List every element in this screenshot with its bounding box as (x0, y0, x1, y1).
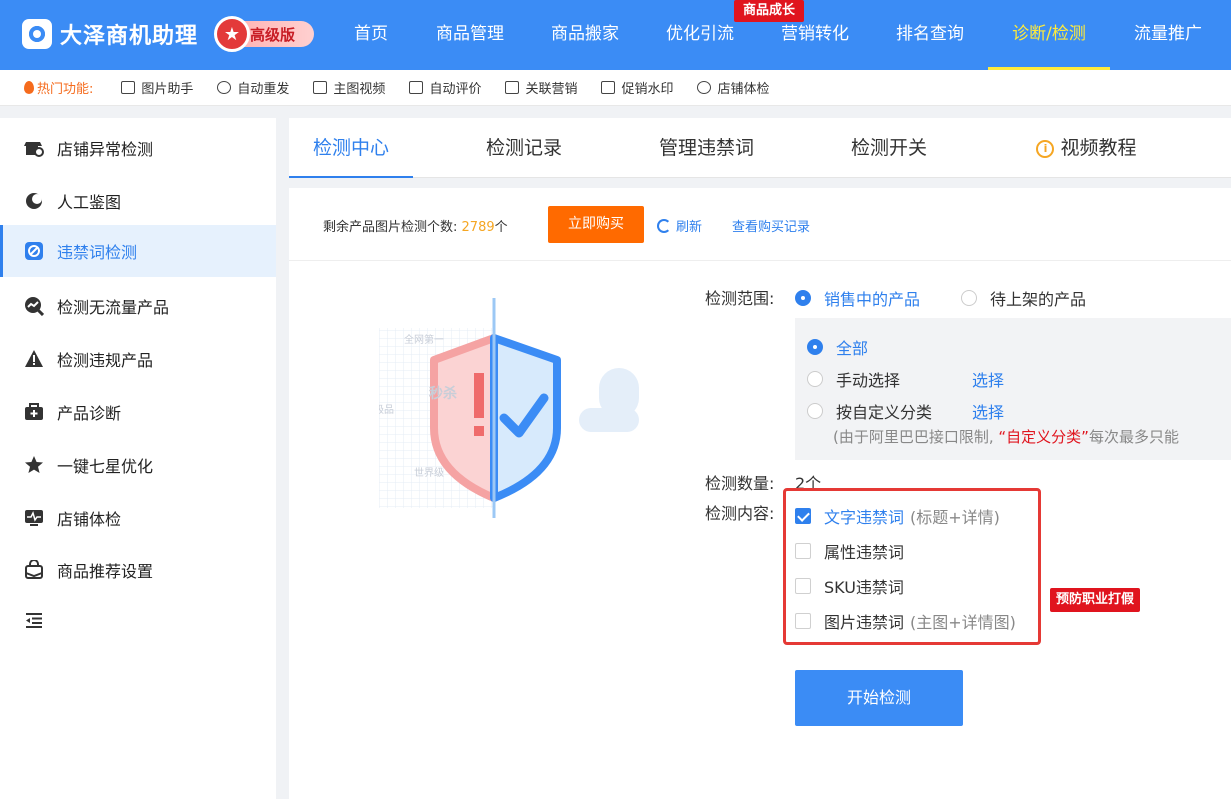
quick-auto-review[interactable]: 自动评价 (409, 78, 481, 97)
scope-label: 检测范围: (705, 289, 775, 308)
tab-video-tutorial[interactable]: i 视频教程 (1014, 118, 1159, 178)
quota-row: 剩余产品图片检测个数: 2789个 立即购买 刷新 查看购买记录 (289, 188, 1231, 261)
quota-text: 剩余产品图片检测个数: 2789个 (323, 220, 508, 235)
sidebar-item-manual-image-review[interactable]: 人工鉴图 (0, 175, 276, 227)
refresh-button[interactable]: 刷新 (657, 216, 702, 235)
sidebar-item-shop-checkup[interactable]: 店铺体检 (0, 492, 276, 544)
illustration-word-2: 秒杀 (429, 385, 457, 402)
nav-diagnosis[interactable]: 诊断/检测 (988, 0, 1110, 70)
hot-features-label: 热门功能: (24, 78, 93, 97)
refresh-icon (217, 81, 232, 94)
quick-promo-watermark[interactable]: 促销水印 (601, 78, 673, 97)
anti-fraud-tag: 预防职业打假 (1050, 588, 1141, 612)
sidebar-item-no-traffic-products[interactable]: 检测无流量产品 (0, 280, 276, 332)
radio-unchecked-icon (961, 290, 977, 306)
illustration-word-1: 全网第一 (404, 333, 444, 346)
monitor-pulse-icon (24, 508, 44, 528)
refresh-icon (657, 218, 671, 233)
api-limit-note: (由于阿里巴巴接口限制, “自定义分类”每次最多只能 (833, 428, 1179, 446)
sidebar-item-product-diagnosis[interactable]: 产品诊断 (0, 386, 276, 438)
nav-product-migration[interactable]: 商品搬家 (545, 0, 625, 70)
tab-detection-switch[interactable]: 检测开关 (834, 118, 944, 178)
shopping-bag-icon (24, 560, 44, 580)
purchase-history-link[interactable]: 查看购买记录 (732, 216, 810, 235)
nav-new-tag: 商品成长 (734, 0, 804, 22)
sub-all-radio[interactable]: 全部 (807, 335, 868, 359)
detection-panel: 剩余产品图片检测个数: 2789个 立即购买 刷新 查看购买记录 全网第一 秒杀… (289, 188, 1231, 799)
attribute-banned-words-checkbox[interactable]: 属性违禁词 (795, 539, 904, 563)
checkup-icon (697, 81, 712, 94)
illustration-word-4: 世界级 (414, 467, 444, 479)
brand[interactable]: 大泽商机助理 (22, 17, 198, 51)
radio-checked-icon (795, 290, 811, 306)
plan-badge-label: 高级版 (250, 26, 296, 44)
radio-unchecked-icon (807, 403, 823, 419)
collapse-menu-icon (24, 610, 44, 630)
star-icon (24, 455, 44, 475)
radio-unchecked-icon (807, 371, 823, 387)
quota-count: 2789 (461, 220, 495, 235)
nav-traffic-promotion[interactable]: 流量推广 (1128, 0, 1208, 70)
manual-select-link[interactable]: 选择 (972, 367, 1004, 391)
radio-checked-icon (807, 339, 823, 355)
sub-manual-radio[interactable]: 手动选择 (807, 367, 900, 391)
sidebar-item-banned-words[interactable]: 违禁词检测 (0, 225, 276, 277)
nav-home[interactable]: 首页 (340, 0, 402, 70)
nav-product-management[interactable]: 商品管理 (430, 0, 510, 70)
category-select-link[interactable]: 选择 (972, 399, 1004, 423)
warning-icon (24, 349, 44, 369)
sidebar-item-violation-products[interactable]: 检测违规产品 (0, 333, 276, 385)
text-banned-words-checkbox[interactable]: 文字违禁词 (标题+详情) (795, 504, 1000, 528)
stamp-icon (601, 81, 616, 94)
moon-icon (24, 191, 44, 211)
buy-now-button[interactable]: 立即购买 (548, 206, 644, 243)
count-label: 检测数量: (705, 474, 775, 493)
top-nav-bar: 大泽商机助理 高级版 ★ 首页 商品管理 商品搬家 优化引流 营销转化 排名查询… (0, 0, 1231, 70)
info-icon: i (1036, 139, 1055, 158)
tab-detection-center[interactable]: 检测中心 (289, 118, 413, 178)
sub-custom-category-radio[interactable]: 按自定义分类 (807, 399, 932, 423)
brand-logo-icon (22, 19, 52, 49)
video-icon (313, 81, 328, 94)
nav-traffic-optimization[interactable]: 优化引流 (660, 0, 740, 70)
shield-illustration: 全网第一 秒杀 极品 世界级 (374, 298, 639, 528)
comment-icon (409, 81, 424, 94)
quick-image-helper[interactable]: 图片助手 (121, 78, 193, 97)
tab-detection-records[interactable]: 检测记录 (469, 118, 579, 178)
content-label: 检测内容: (705, 504, 775, 523)
plan-badge: 高级版 ★ (214, 16, 314, 52)
checkbox-checked-icon (795, 508, 811, 524)
sidebar-item-seven-star[interactable]: 一键七星优化 (0, 439, 276, 491)
image-icon (121, 81, 136, 94)
illustration-word-3: 极品 (379, 403, 394, 416)
scope-pending-radio[interactable]: 待上架的产品 (961, 286, 1086, 310)
quick-auto-repost[interactable]: 自动重发 (217, 78, 289, 97)
sku-banned-words-checkbox[interactable]: SKU违禁词 (795, 574, 904, 598)
medkit-icon (24, 402, 44, 422)
sidebar-collapse-button[interactable] (0, 594, 276, 646)
star-icon: ★ (214, 16, 250, 52)
checkbox-unchecked-icon (795, 543, 811, 559)
start-detection-button[interactable]: 开始检测 (795, 670, 963, 726)
tab-manage-banned-words[interactable]: 管理违禁词 (644, 118, 769, 178)
checkbox-unchecked-icon (795, 613, 811, 629)
sidebar: 店铺异常检测 人工鉴图 违禁词检测 检测无流量产品 检测违规产品 产品诊断 一键… (0, 118, 276, 799)
image-banned-words-checkbox[interactable]: 图片违禁词 (主图+详情图) (795, 609, 1016, 633)
ban-icon (24, 241, 44, 261)
sidebar-item-recommend-settings[interactable]: 商品推荐设置 (0, 544, 276, 596)
quick-shop-checkup[interactable]: 店铺体检 (697, 78, 770, 97)
quick-main-video[interactable]: 主图视频 (313, 78, 385, 97)
scope-on-sale-radio[interactable]: 销售中的产品 (795, 286, 920, 310)
hot-features-bar: 热门功能: 图片助手 自动重发 主图视频 自动评价 关联营销 促销水印 店铺体检 (0, 70, 1231, 106)
trend-search-icon (24, 296, 44, 316)
checkbox-unchecked-icon (795, 578, 811, 594)
shop-alert-icon (24, 138, 44, 158)
tab-bar: 检测中心 检测记录 管理违禁词 检测开关 i 视频教程 (289, 118, 1231, 178)
brand-name: 大泽商机助理 (60, 24, 199, 49)
chart-icon (505, 81, 520, 94)
sidebar-item-shop-anomaly[interactable]: 店铺异常检测 (0, 122, 276, 174)
flame-icon (24, 81, 34, 94)
quick-related-marketing[interactable]: 关联营销 (505, 78, 577, 97)
nav-ranking-query[interactable]: 排名查询 (890, 0, 970, 70)
